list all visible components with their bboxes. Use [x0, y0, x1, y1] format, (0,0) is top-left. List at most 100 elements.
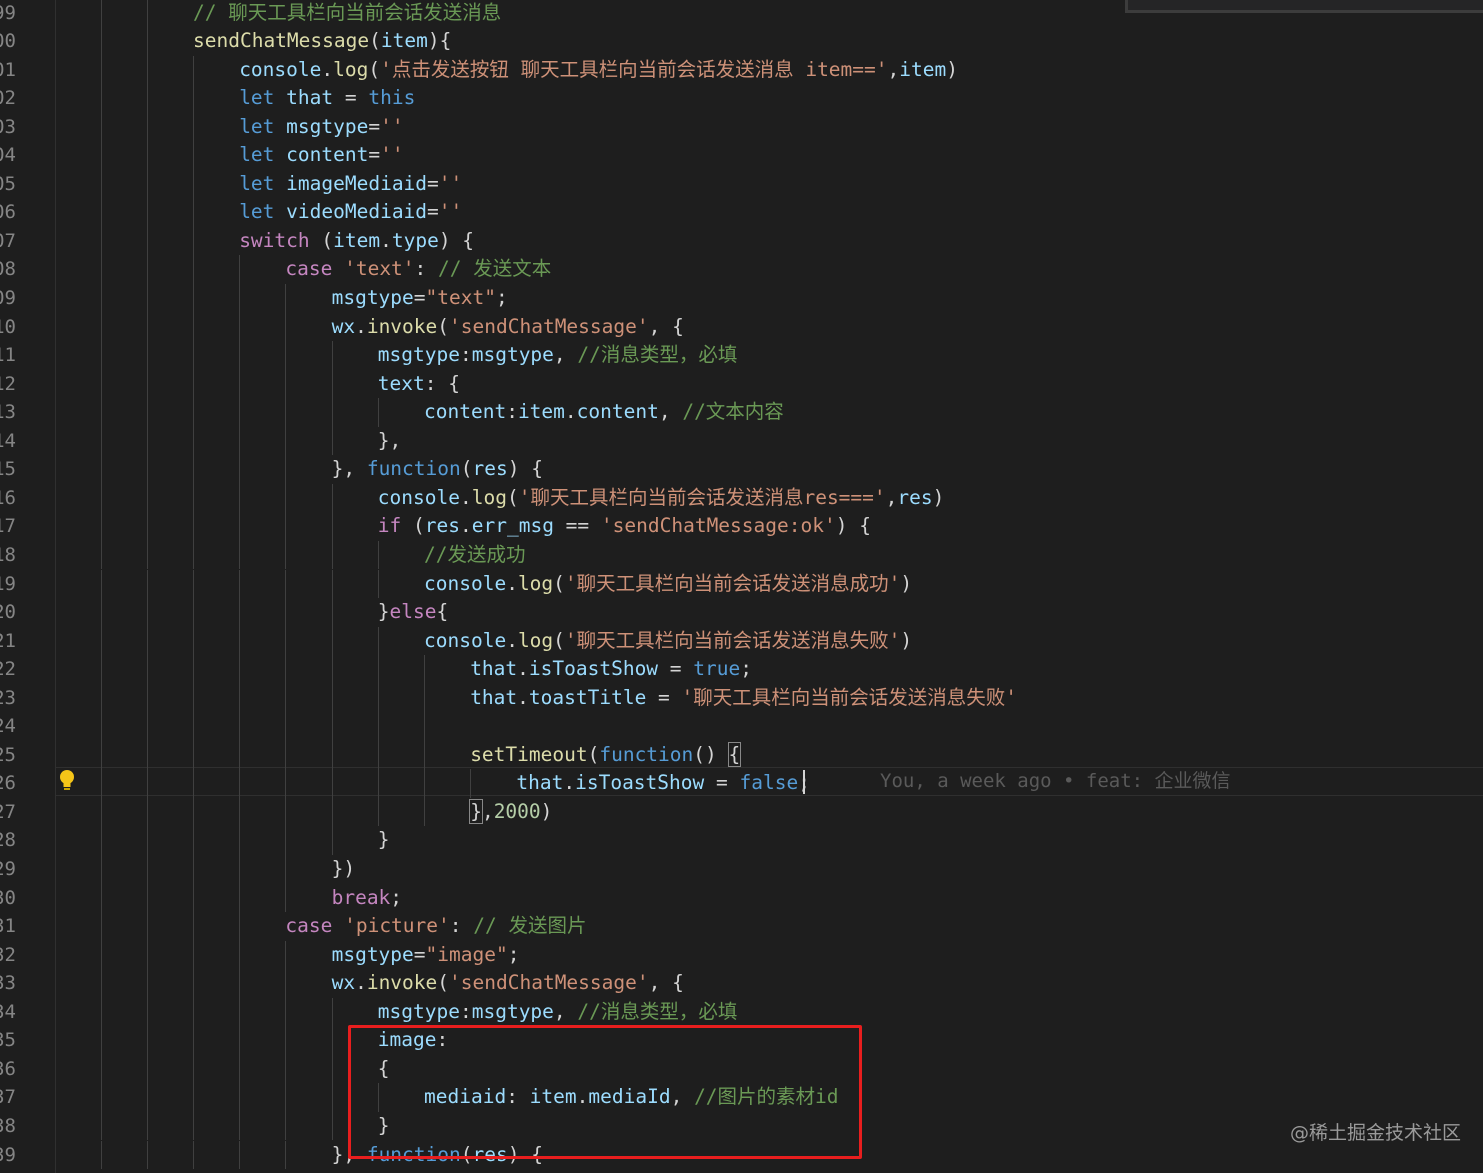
line-number: 19 — [0, 572, 16, 595]
code-line[interactable]: 31 case 'picture': // 发送图片 — [0, 912, 1483, 941]
indent-guide — [239, 940, 241, 970]
code-token: invoke — [366, 314, 438, 338]
code-text: content:item.content, //文本内容 — [424, 398, 784, 427]
indent-guide — [147, 27, 148, 56]
indent-guide — [377, 769, 379, 798]
code-token: let — [239, 171, 287, 195]
indent-guide — [239, 740, 241, 770]
code-token: '点击发送按钮 聊天工具栏向当前会话发送消息 item==' — [380, 57, 888, 81]
code-token: type — [391, 228, 439, 252]
code-token: break — [331, 885, 391, 909]
code-token: imageMediaid — [286, 171, 428, 195]
code-line[interactable]: 03 let msgtype='' — [0, 112, 1483, 142]
code-line[interactable]: 17 if (res.err_msg == 'sendChatMessage:ok… — [0, 512, 1483, 541]
code-line[interactable]: 18 //发送成功 — [0, 540, 1483, 570]
code-token: '' — [438, 200, 463, 224]
code-token: log — [333, 57, 369, 81]
indent-guide — [101, 1083, 102, 1112]
code-token: switch — [239, 228, 310, 252]
indent-guide — [331, 626, 333, 656]
indent-guide — [101, 855, 102, 884]
code-token: }, — [377, 428, 402, 452]
indent-guide — [101, 626, 102, 656]
code-line[interactable]: 02 let that = this — [0, 84, 1483, 113]
indent-guide — [101, 483, 102, 513]
code-text: console.log('聊天工具栏向当前会话发送消息失败') — [424, 627, 912, 656]
code-line[interactable]: 05 let imageMediaid='' — [0, 169, 1483, 199]
code-token: . — [460, 514, 472, 538]
code-token: function — [599, 742, 694, 766]
indent-guide — [424, 740, 425, 770]
code-line[interactable]: 14}, — [0, 426, 1483, 456]
code-line[interactable]: 21 console.log('聊天工具栏向当前会话发送消息失败') — [0, 626, 1483, 656]
line-number: 00 — [0, 30, 16, 53]
code-line[interactable]: 30 break; — [0, 883, 1483, 913]
indent-guide — [331, 1026, 333, 1055]
code-token: wx — [331, 971, 356, 995]
indent-guide — [285, 369, 287, 399]
indent-guide — [239, 455, 241, 484]
code-line[interactable]: 24 — [0, 712, 1483, 741]
indent-guide — [239, 398, 241, 427]
indent-guide — [101, 112, 102, 142]
code-line[interactable]: 13content:item.content, //文本内容 — [0, 398, 1483, 427]
indent-guide — [193, 226, 194, 256]
code-text: }) — [332, 855, 355, 884]
code-line[interactable]: 34 msgtype:msgtype, //消息类型，必填 — [0, 997, 1483, 1027]
indent-guide — [424, 769, 425, 798]
code-line[interactable]: 16 console.log('聊天工具栏向当前会话发送消息res===',res… — [0, 483, 1483, 513]
code-line[interactable]: 29}) — [0, 855, 1483, 884]
code-line[interactable]: 23 that.toastTitle = '聊天工具栏向当前会话发送消息失败' — [0, 683, 1483, 713]
code-text: //发送成功 — [424, 541, 525, 570]
code-line[interactable]: 10 wx.invoke('sendChatMessage', { — [0, 312, 1483, 342]
code-line[interactable]: 32 msgtype="image"; — [0, 940, 1483, 970]
code-line[interactable]: 11 msgtype:msgtype, //消息类型，必填 — [0, 341, 1483, 370]
code-line[interactable]: 33 wx.invoke('sendChatMessage', { — [0, 969, 1483, 998]
code-line[interactable]: 08 case 'text': // 发送文本 — [0, 255, 1483, 284]
code-token: . — [517, 685, 529, 709]
code-line[interactable]: 26 that.isToastShow = false; — [0, 769, 1483, 798]
code-token: ( — [369, 29, 381, 53]
code-token: ( — [309, 228, 334, 252]
code-line[interactable]: 27},2000) — [0, 797, 1483, 827]
code-token: 'sendChatMessage:ok' — [600, 514, 836, 538]
code-token: () — [693, 742, 729, 766]
indent-guide — [147, 569, 148, 599]
code-token: case — [285, 257, 345, 281]
code-line[interactable]: 22 that.isToastShow = true; — [0, 655, 1483, 684]
code-line[interactable]: 20}else{ — [0, 598, 1483, 627]
indent-guide — [193, 912, 194, 941]
indent-guide — [147, 1026, 148, 1055]
indent-guide — [193, 341, 194, 370]
code-text: if (res.err_msg == 'sendChatMessage:ok')… — [378, 512, 871, 541]
code-line[interactable]: 09 msgtype="text"; — [0, 284, 1483, 313]
code-token: false — [739, 771, 799, 795]
indent-guide — [193, 655, 194, 684]
code-editor[interactable]: 99// 聊天工具栏向当前会话发送消息00sendChatMessage(ite… — [0, 0, 1483, 1173]
code-token: // 发送图片 — [473, 914, 587, 938]
indent-guide — [101, 655, 102, 684]
indent-guide — [147, 1111, 148, 1141]
code-line[interactable]: 01 console.log('点击发送按钮 聊天工具栏向当前会话发送消息 ite… — [0, 55, 1483, 85]
code-line[interactable]: 00 sendChatMessage(item){ — [0, 27, 1483, 56]
code-line[interactable]: 06 let videoMediaid='' — [0, 198, 1483, 227]
indent-guide — [147, 0, 148, 28]
code-line[interactable]: 12 text: { — [0, 369, 1483, 399]
code-line[interactable]: 19 console.log('聊天工具栏向当前会话发送消息成功') — [0, 569, 1483, 599]
indent-guide — [331, 512, 333, 541]
indent-guide — [193, 769, 194, 798]
code-line[interactable]: 15}, function(res) { — [0, 455, 1483, 484]
line-number: 18 — [0, 543, 16, 566]
indent-guide — [147, 997, 148, 1027]
code-token: ) — [900, 571, 913, 595]
code-line[interactable]: 99 // 聊天工具栏向当前会话发送消息 — [0, 0, 1483, 28]
code-line[interactable]: 28} — [0, 826, 1483, 855]
code-line[interactable]: 04 let content='' — [0, 141, 1483, 170]
code-line[interactable]: 25 setTimeout(function() { — [0, 740, 1483, 770]
indent-guide — [239, 540, 241, 570]
code-text: setTimeout(function() { — [470, 741, 742, 770]
code-line[interactable]: 07 switch (item.type) { — [0, 226, 1483, 256]
indent-guide — [193, 883, 194, 913]
lightbulb-icon[interactable] — [58, 769, 76, 793]
code-text: let imageMediaid='' — [239, 170, 462, 199]
